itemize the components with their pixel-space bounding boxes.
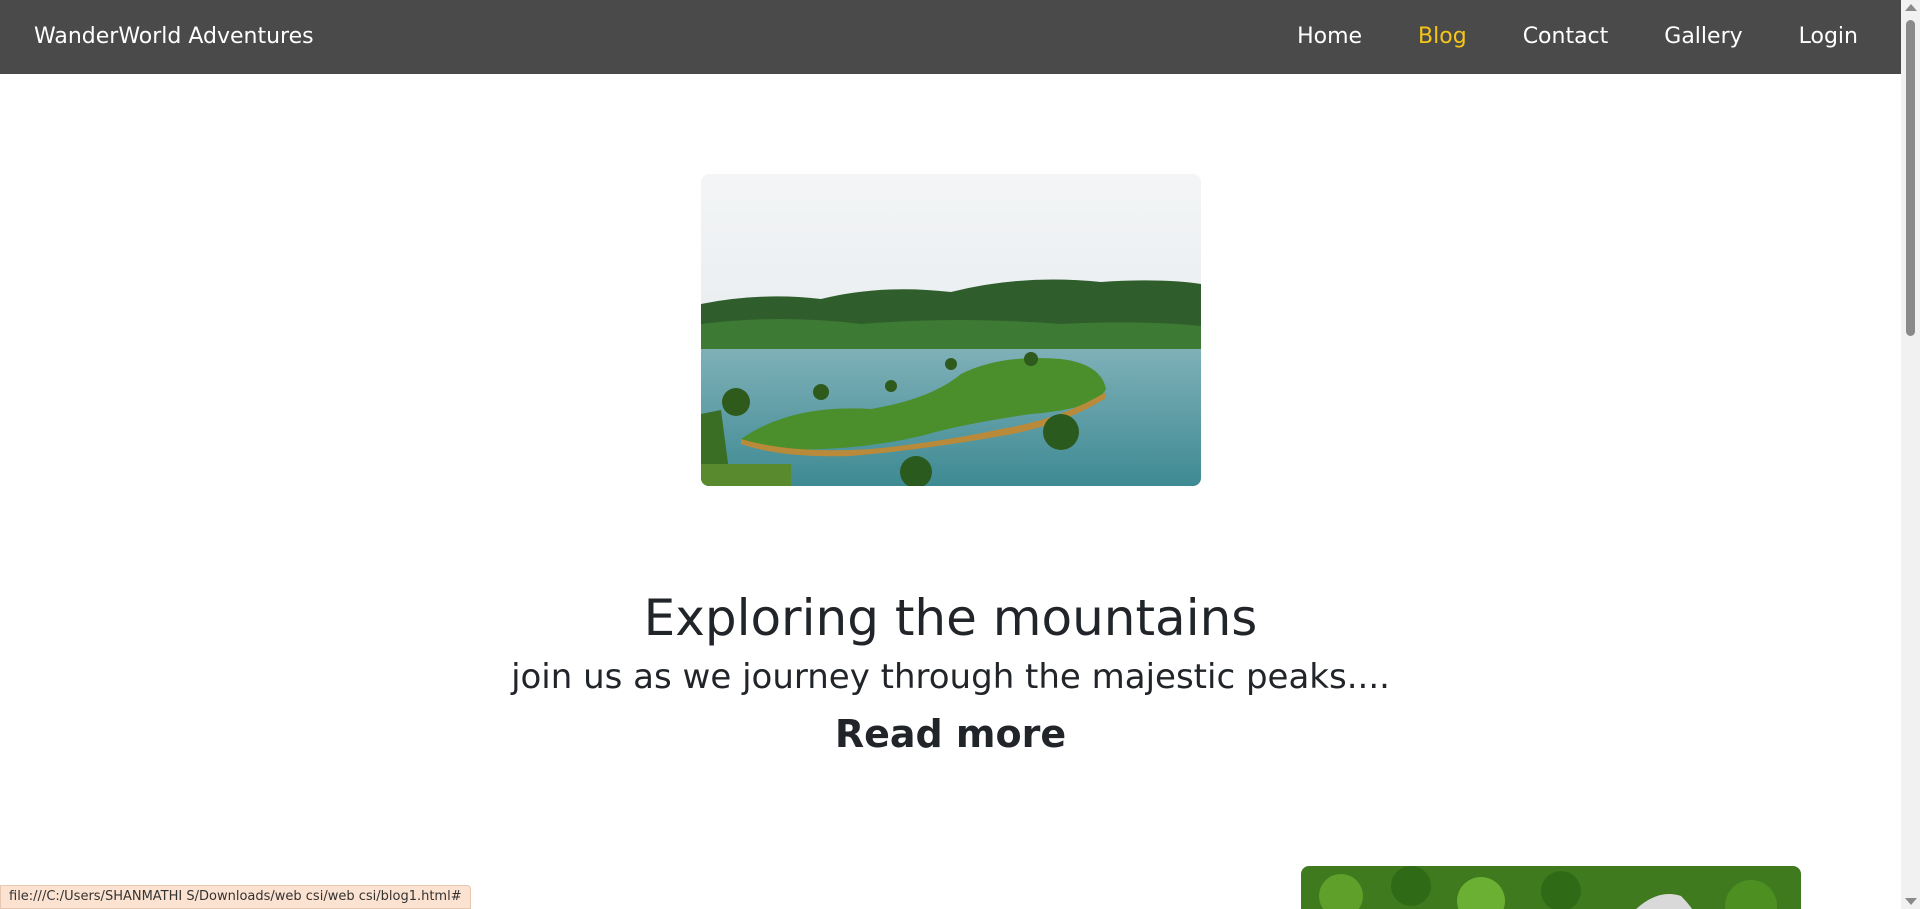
nav-link-blog[interactable]: Blog — [1418, 0, 1467, 74]
status-bar-url: file:///C:/Users/SHANMATHI S/Downloads/w… — [0, 885, 471, 909]
nav-link-contact[interactable]: Contact — [1523, 0, 1609, 74]
brand-link[interactable]: WanderWorld Adventures — [34, 0, 314, 74]
post-image-mountain-lake — [701, 174, 1201, 486]
nav-link-gallery[interactable]: Gallery — [1664, 0, 1742, 74]
scroll-down-arrow-icon[interactable] — [1905, 898, 1917, 905]
read-more-container: Read more — [0, 707, 1901, 761]
post-image-forest — [1301, 866, 1801, 909]
nav-link-home[interactable]: Home — [1297, 0, 1362, 74]
scroll-up-arrow-icon[interactable] — [1905, 4, 1917, 11]
post-excerpt: join us as we journey through the majest… — [511, 657, 1390, 697]
scroll-thumb[interactable] — [1906, 20, 1915, 336]
nav-link-login[interactable]: Login — [1799, 0, 1858, 74]
vertical-scrollbar[interactable] — [1901, 0, 1920, 909]
read-more-link[interactable]: Read more — [835, 712, 1066, 756]
navbar: WanderWorld Adventures Home Blog Contact… — [0, 0, 1901, 74]
nav-links: Home Blog Contact Gallery Login — [1241, 0, 1858, 74]
post-title: Exploring the mountains — [643, 589, 1258, 647]
